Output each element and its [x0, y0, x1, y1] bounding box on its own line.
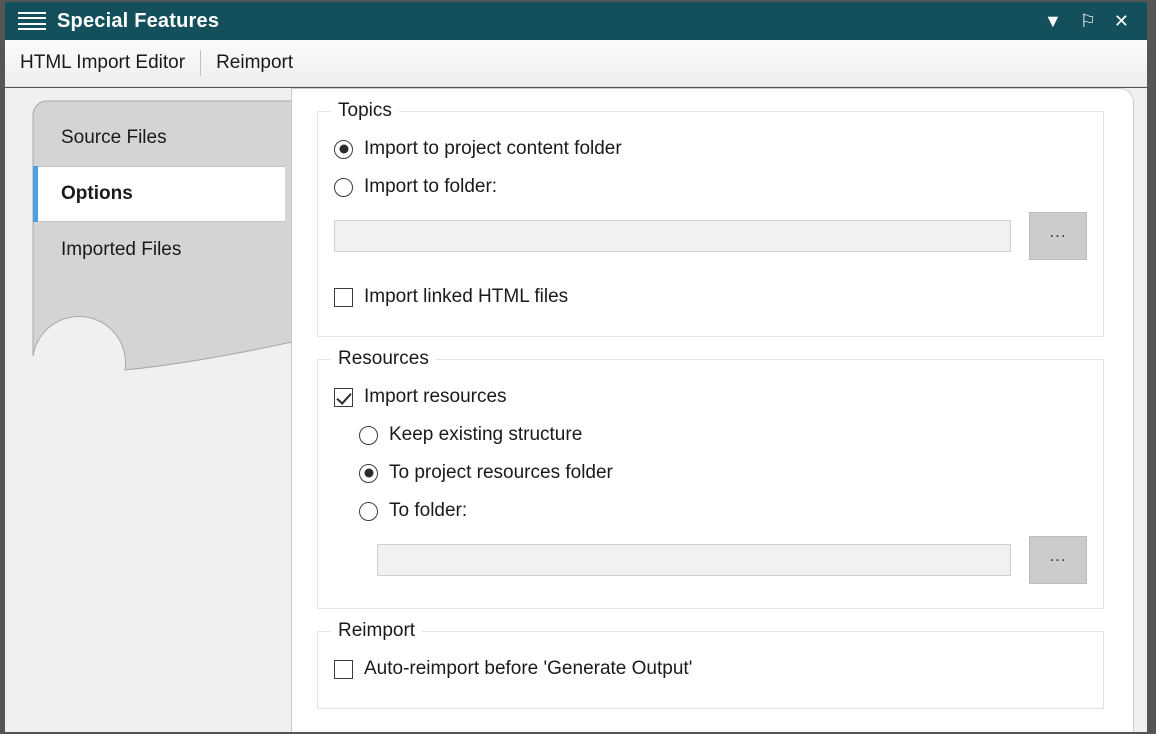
- checkbox-label: Auto-reimport before 'Generate Output': [364, 658, 693, 679]
- sidebar-item-source-files[interactable]: Source Files: [33, 110, 285, 166]
- close-icon[interactable]: ✕: [1114, 12, 1129, 30]
- resources-browse-button[interactable]: ...: [1029, 536, 1087, 584]
- group-title-resources: Resources: [331, 348, 436, 370]
- tab-label: Imported Files: [61, 239, 182, 260]
- hamburger-menu-icon[interactable]: [18, 10, 46, 32]
- checkbox-label: Import resources: [364, 386, 507, 407]
- radio-label: Import to project content folder: [364, 138, 622, 159]
- radio-label: Keep existing structure: [389, 424, 583, 445]
- tab-list: Source Files Options Imported Files: [33, 110, 285, 278]
- radio-label: To folder:: [389, 500, 468, 521]
- checkbox-icon: [334, 659, 353, 679]
- main-body: Source Files Options Imported Files Topi…: [5, 88, 1147, 732]
- title-bar: Special Features ▼ ⚐ ✕: [5, 2, 1147, 40]
- pin-icon[interactable]: ⚐: [1080, 12, 1096, 30]
- checkbox-import-linked-html-files[interactable]: Import linked HTML files: [334, 280, 1087, 314]
- radio-icon: [359, 463, 378, 483]
- radio-icon: [359, 425, 378, 445]
- topics-browse-button[interactable]: ...: [1029, 212, 1087, 260]
- topics-folder-input[interactable]: [334, 220, 1011, 252]
- toolbar-item-reimport[interactable]: Reimport: [216, 52, 293, 74]
- group-resources: Resources Import resources Keep existing…: [317, 348, 1104, 609]
- radio-import-to-folder[interactable]: Import to folder:: [334, 170, 1087, 204]
- window-title: Special Features: [57, 9, 220, 32]
- radio-label: Import to folder:: [364, 176, 498, 197]
- radio-icon: [359, 501, 378, 521]
- topics-folder-row: ...: [334, 212, 1087, 260]
- toolbar: HTML Import Editor Reimport: [5, 40, 1147, 87]
- radio-resources-to-folder[interactable]: To folder:: [359, 494, 1087, 528]
- checkbox-label: Import linked HTML files: [364, 286, 569, 307]
- group-title-topics: Topics: [331, 100, 399, 122]
- group-title-reimport: Reimport: [331, 620, 423, 642]
- resources-folder-row: ...: [377, 536, 1087, 584]
- radio-import-to-project-content-folder[interactable]: Import to project content folder: [334, 132, 1087, 166]
- radio-keep-existing-structure[interactable]: Keep existing structure: [359, 418, 1087, 452]
- radio-icon: [334, 139, 353, 159]
- chevron-down-icon[interactable]: ▼: [1044, 12, 1062, 30]
- sidebar-item-imported-files[interactable]: Imported Files: [33, 222, 285, 278]
- tab-label: Options: [61, 183, 133, 204]
- tab-panel-background: Source Files Options Imported Files: [5, 88, 295, 732]
- radio-label: To project resources folder: [389, 462, 613, 483]
- toolbar-item-html-import-editor[interactable]: HTML Import Editor: [20, 52, 185, 74]
- radio-to-project-resources-folder[interactable]: To project resources folder: [359, 456, 1087, 490]
- checkbox-icon: [334, 387, 353, 407]
- checkbox-import-resources[interactable]: Import resources: [334, 380, 1087, 414]
- checkbox-icon: [334, 287, 353, 307]
- checkbox-auto-reimport[interactable]: Auto-reimport before 'Generate Output': [334, 652, 1087, 686]
- radio-icon: [334, 177, 353, 197]
- group-reimport: Reimport Auto-reimport before 'Generate …: [317, 620, 1104, 709]
- title-bar-controls: ▼ ⚐ ✕: [1044, 12, 1147, 30]
- application-window: Special Features ▼ ⚐ ✕ HTML Import Edito…: [0, 0, 1156, 734]
- options-content-pane: Topics Import to project content folder …: [292, 88, 1134, 732]
- resources-folder-input[interactable]: [377, 544, 1011, 576]
- toolbar-separator: [200, 50, 202, 76]
- sidebar-item-options[interactable]: Options: [33, 166, 285, 222]
- group-topics: Topics Import to project content folder …: [317, 100, 1104, 337]
- tab-label: Source Files: [61, 127, 167, 148]
